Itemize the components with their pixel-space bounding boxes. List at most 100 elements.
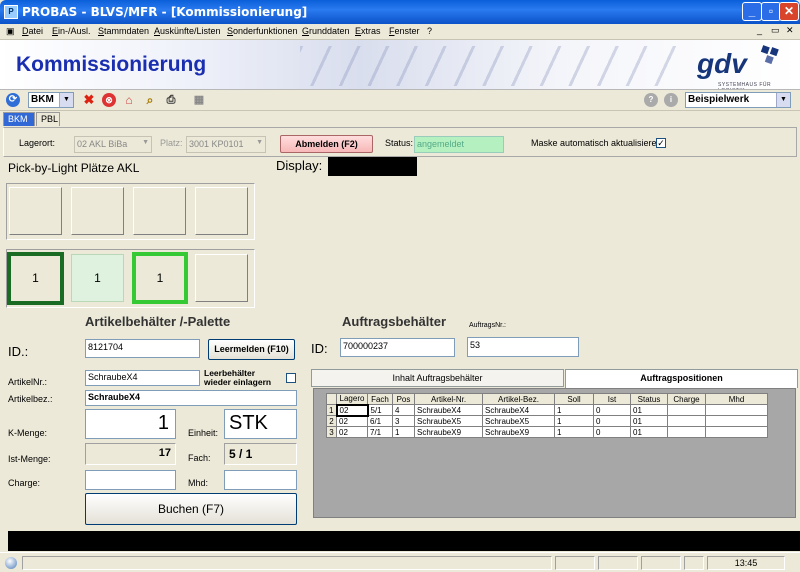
mhd-field[interactable] <box>224 470 297 490</box>
row-number[interactable]: 3 <box>326 426 337 438</box>
column-header[interactable]: Ist <box>593 393 631 405</box>
table-cell[interactable] <box>667 404 706 416</box>
maximize-button[interactable]: ▫ <box>761 2 781 21</box>
auftragsnr-field[interactable]: 53 <box>467 337 579 357</box>
artikelnr-field[interactable]: SchraubeX4 <box>85 370 200 386</box>
table-cell[interactable]: SchraubeX9 <box>482 426 555 438</box>
table-cell[interactable]: 1 <box>554 415 594 427</box>
table-cell[interactable]: 0 <box>593 426 631 438</box>
table-cell[interactable]: 0 <box>593 404 631 416</box>
table-cell[interactable]: 6/1 <box>367 415 393 427</box>
table-cell[interactable] <box>705 415 768 427</box>
pick-slot[interactable] <box>195 187 248 235</box>
menu-grunddaten[interactable]: Grunddaten <box>302 26 350 36</box>
table-cell[interactable]: 1 <box>554 404 594 416</box>
app-icon[interactable]: P <box>4 5 18 19</box>
mdi-minimize-button[interactable]: _ <box>757 25 762 35</box>
kmenge-field[interactable]: 1 <box>85 409 176 439</box>
tab-inhalt-auftragsbehaelter[interactable]: Inhalt Auftragsbehälter <box>311 369 564 387</box>
menu-datei[interactable]: Datei <box>22 26 43 36</box>
tab-bkm[interactable]: BKM <box>3 112 35 126</box>
auftrag-id-input[interactable]: 700000237 <box>340 338 455 357</box>
artikel-id-input[interactable]: 8121704 <box>85 339 200 358</box>
pick-slot-active[interactable]: 1 <box>7 252 64 305</box>
column-header[interactable]: Mhd <box>705 393 768 405</box>
mdi-close-button[interactable]: ✕ <box>786 25 794 36</box>
pick-slot-lit[interactable]: 1 <box>132 252 188 304</box>
pick-slot[interactable] <box>195 254 248 302</box>
table-cell[interactable]: 4 <box>392 404 415 416</box>
table-row[interactable]: 2 02 6/1 3 SchraubeX5 SchraubeX5 1 0 01 <box>326 415 768 427</box>
table-cell[interactable]: 5/1 <box>367 404 393 416</box>
minimize-button[interactable]: _ <box>742 2 762 21</box>
table-cell[interactable]: SchraubeX9 <box>414 426 483 438</box>
menu-ein-ausl[interactable]: Ein-/Ausl. <box>52 26 91 36</box>
table-cell[interactable]: 02 <box>336 426 368 438</box>
table-cell[interactable]: 1 <box>554 426 594 438</box>
table-cell[interactable]: SchraubeX5 <box>482 415 555 427</box>
mdi-restore-button[interactable]: ▭ <box>771 25 780 36</box>
table-cell[interactable]: 7/1 <box>367 426 393 438</box>
row-number[interactable]: 1 <box>326 404 337 416</box>
table-cell[interactable] <box>667 426 706 438</box>
buchen-button[interactable]: Buchen (F7) <box>85 493 297 525</box>
abmelden-button[interactable]: Abmelden (F2) <box>280 135 373 153</box>
home-icon[interactable]: ⌂ <box>122 93 136 107</box>
print-icon[interactable]: ⎙ <box>164 93 178 107</box>
menu-extras[interactable]: Extras <box>355 26 381 36</box>
menu-help[interactable]: ? <box>427 26 432 36</box>
table-cell[interactable]: 1 <box>392 426 415 438</box>
table-cell[interactable]: 01 <box>630 415 668 427</box>
column-header[interactable]: Charge <box>667 393 706 405</box>
platz-select[interactable]: 3001 KP0101 ▼ <box>186 136 266 153</box>
column-header[interactable]: Status <box>630 393 668 405</box>
menu-auskuenfte[interactable]: Auskünfte/Listen <box>154 26 221 36</box>
delete-icon[interactable]: ✖ <box>82 93 96 107</box>
leerbehaelter-checkbox[interactable] <box>286 373 296 383</box>
table-cell[interactable]: 01 <box>630 426 668 438</box>
table-row[interactable]: 3 02 7/1 1 SchraubeX9 SchraubeX9 1 0 01 <box>326 426 768 438</box>
table-cell[interactable]: SchraubeX5 <box>414 415 483 427</box>
tab-pbl[interactable]: PBL <box>36 112 60 126</box>
table-cell[interactable]: 02 <box>336 415 368 427</box>
pick-slot-lit[interactable]: 1 <box>71 254 124 302</box>
table-row[interactable]: 1 02 5/1 4 SchraubeX4 SchraubeX4 1 0 01 <box>326 403 768 417</box>
refresh-icon[interactable]: ⟳ <box>6 93 20 107</box>
pick-slot[interactable] <box>9 187 62 235</box>
table-cell[interactable] <box>705 404 768 416</box>
close-button[interactable]: ✕ <box>779 2 799 21</box>
search-icon[interactable]: ⌕ <box>143 93 157 107</box>
artikelbez-field[interactable]: SchraubeX4 <box>85 390 297 406</box>
charge-field[interactable] <box>85 470 176 490</box>
table-cell[interactable] <box>667 415 706 427</box>
column-header[interactable]: Artikel-Bez. <box>482 393 555 405</box>
menu-stammdaten[interactable]: Stammdaten <box>98 26 149 36</box>
lagerort-select[interactable]: 02 AKL BiBa ▼ <box>74 136 152 153</box>
table-cell[interactable]: SchraubeX4 <box>482 404 555 416</box>
auto-refresh-checkbox[interactable]: ✓ <box>656 138 666 148</box>
column-header[interactable]: Fach <box>367 393 393 405</box>
column-header[interactable]: Lagero <box>336 393 368 405</box>
column-header[interactable]: Artikel-Nr. <box>414 393 483 405</box>
table-cell[interactable]: SchraubeX4 <box>414 404 483 416</box>
table-cell[interactable]: 0 <box>593 415 631 427</box>
table-cell[interactable] <box>705 426 768 438</box>
pick-slot[interactable] <box>133 187 186 235</box>
export-icon[interactable]: ▦ <box>192 93 206 107</box>
table-cell[interactable]: 3 <box>392 415 415 427</box>
pick-slot[interactable] <box>71 187 124 235</box>
mode-select[interactable]: BKM ▼ <box>28 92 74 108</box>
column-header[interactable]: Soll <box>554 393 594 405</box>
cancel-icon[interactable]: ⊗ <box>102 93 116 107</box>
row-number[interactable]: 2 <box>326 415 337 427</box>
info-icon[interactable]: i <box>664 93 678 107</box>
menu-sonderfunktionen[interactable]: Sonderfunktionen <box>227 26 298 36</box>
werk-select[interactable]: Beispielwerk ▼ <box>685 92 791 108</box>
menu-fenster[interactable]: Fenster <box>389 26 420 36</box>
table-cell[interactable]: 02 <box>335 403 369 417</box>
help-icon[interactable]: ? <box>644 93 658 107</box>
document-icon[interactable]: ▣ <box>6 26 15 37</box>
tab-auftragspositionen[interactable]: Auftragspositionen <box>565 369 798 388</box>
leermelden-button[interactable]: Leermelden (F10) <box>208 339 295 360</box>
table-cell[interactable]: 01 <box>630 404 668 416</box>
